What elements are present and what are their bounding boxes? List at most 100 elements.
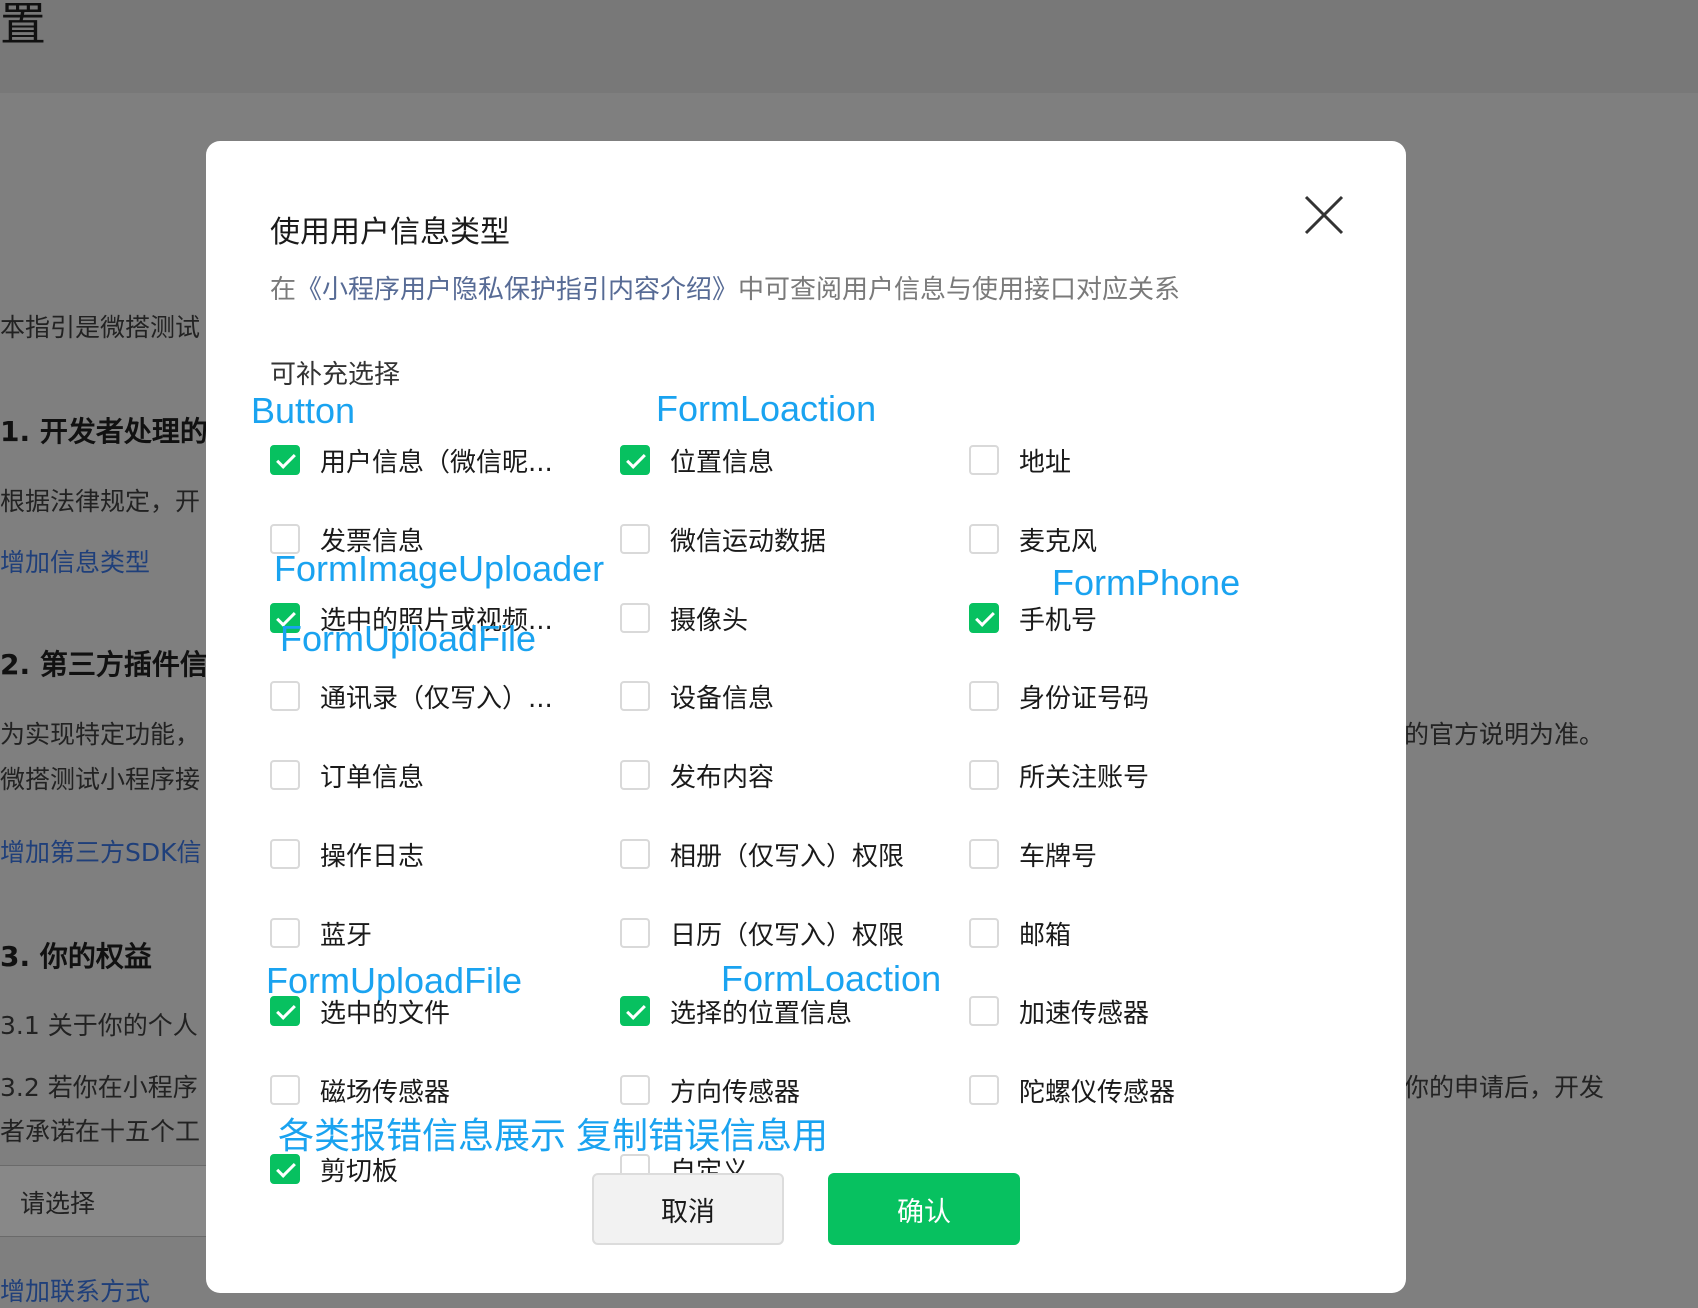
checkbox[interactable] <box>620 603 650 633</box>
checkbox[interactable] <box>620 681 650 711</box>
checkbox[interactable] <box>620 839 650 869</box>
confirm-button[interactable]: 确认 <box>828 1173 1020 1245</box>
option-label: 设备信息 <box>670 683 775 714</box>
annotation-form-image-uploader: FormImageUploader <box>274 548 605 589</box>
checkbox[interactable] <box>270 1154 300 1184</box>
contact-select[interactable]: 请选择 <box>0 1165 210 1237</box>
option-camera[interactable]: 摄像头 <box>620 601 748 636</box>
option-magnetometer[interactable]: 磁场传感器 <box>270 1073 451 1108</box>
close-button[interactable] <box>1302 193 1346 237</box>
checkbox[interactable] <box>270 445 300 475</box>
option-label: 操作日志 <box>320 841 425 872</box>
option-order-info[interactable]: 订单信息 <box>270 758 425 793</box>
checkbox[interactable] <box>969 681 999 711</box>
option-contacts[interactable]: 通讯录（仅写入）... <box>270 679 553 714</box>
option-published-content[interactable]: 发布内容 <box>620 758 774 793</box>
checkbox[interactable] <box>270 760 300 790</box>
option-label: 陀螺仪传感器 <box>1019 1077 1176 1108</box>
add-info-type-link[interactable]: 增加信息类型 <box>0 543 150 579</box>
option-orientation-sensor[interactable]: 方向传感器 <box>620 1073 800 1108</box>
option-label: 用户信息（微信昵... <box>320 447 553 478</box>
option-calendar-write[interactable]: 日历（仅写入）权限 <box>620 916 904 951</box>
checkbox[interactable] <box>270 681 300 711</box>
option-label: 订单信息 <box>320 762 425 793</box>
privacy-guide-link[interactable]: 《小程序用户隐私保护指引内容介绍》 <box>296 275 738 305</box>
checkbox[interactable] <box>620 760 650 790</box>
page-header: 置 <box>0 0 1698 93</box>
option-label: 邮箱 <box>1019 920 1072 951</box>
annotation-form-location-2: FormLoaction <box>721 958 942 999</box>
option-clipboard[interactable]: 剪切板 <box>270 1152 399 1187</box>
annotation-button: Button <box>251 390 356 431</box>
option-label: 所关注账号 <box>1019 762 1150 793</box>
checkbox[interactable] <box>969 760 999 790</box>
checkbox[interactable] <box>969 839 999 869</box>
checkbox[interactable] <box>969 1075 999 1105</box>
option-label: 加速传感器 <box>1019 998 1150 1029</box>
user-info-type-dialog: 使用用户信息类型 在《小程序用户隐私保护指引内容介绍》中可查阅用户信息与使用接口… <box>206 141 1406 1293</box>
option-bluetooth[interactable]: 蓝牙 <box>270 916 373 951</box>
annotation-form-upload-file: FormUploadFile <box>280 618 537 659</box>
close-icon <box>1304 195 1344 235</box>
checkbox[interactable] <box>270 1075 300 1105</box>
hint-prefix: 在 <box>270 275 297 305</box>
option-label: 身份证号码 <box>1019 683 1150 714</box>
option-chosen-location[interactable]: 选择的位置信息 <box>620 994 852 1029</box>
option-album-write[interactable]: 相册（仅写入）权限 <box>620 837 905 872</box>
checkbox[interactable] <box>620 918 650 948</box>
checkbox[interactable] <box>620 996 650 1026</box>
option-accelerometer[interactable]: 加速传感器 <box>969 994 1150 1029</box>
checkbox[interactable] <box>969 445 999 475</box>
checkbox[interactable] <box>969 524 999 554</box>
option-phone[interactable]: 手机号 <box>969 601 1098 636</box>
dialog-hint: 在《小程序用户隐私保护指引内容介绍》中可查阅用户信息与使用接口对应关系 <box>270 269 1180 306</box>
annotation-form-upload-file-2: FormUploadFile <box>266 960 523 1001</box>
dialog-title: 使用用户信息类型 <box>270 215 510 250</box>
section2-heading: 2. 第三方插件信 <box>0 648 208 681</box>
option-operation-log[interactable]: 操作日志 <box>270 837 425 872</box>
checkbox[interactable] <box>620 445 650 475</box>
option-user-info[interactable]: 用户信息（微信昵... <box>270 443 553 478</box>
option-id-number[interactable]: 身份证号码 <box>969 679 1150 714</box>
annotation-form-phone: FormPhone <box>1052 562 1241 603</box>
checkbox[interactable] <box>620 524 650 554</box>
option-microphone[interactable]: 麦克风 <box>969 522 1098 557</box>
cancel-button[interactable]: 取消 <box>592 1173 784 1245</box>
section-label: 可补充选择 <box>270 360 401 390</box>
option-label: 手机号 <box>1019 605 1098 636</box>
checkbox[interactable] <box>270 839 300 869</box>
option-label: 麦克风 <box>1019 526 1098 557</box>
add-sdk-link[interactable]: 增加第三方SDK信 <box>0 833 202 869</box>
checkbox[interactable] <box>620 1075 650 1105</box>
option-werun[interactable]: 微信运动数据 <box>620 522 827 557</box>
checkbox[interactable] <box>969 603 999 633</box>
option-email[interactable]: 邮箱 <box>969 916 1072 951</box>
option-gyroscope[interactable]: 陀螺仪传感器 <box>969 1073 1176 1108</box>
option-label: 磁场传感器 <box>320 1077 451 1108</box>
option-location[interactable]: 位置信息 <box>620 443 775 478</box>
checkbox[interactable] <box>969 996 999 1026</box>
item-3-1: 3.1 关于你的个人 <box>0 1011 198 1040</box>
annotation-form-location: FormLoaction <box>656 388 877 429</box>
option-label: 蓝牙 <box>320 920 373 951</box>
option-license-plate[interactable]: 车牌号 <box>969 837 1097 872</box>
item-3-2-line2: 者承诺在十五个工 <box>0 1117 201 1146</box>
page-title: 置 <box>0 0 46 51</box>
add-contact-link[interactable]: 增加联系方式 <box>0 1272 150 1308</box>
option-label: 剪切板 <box>320 1156 399 1187</box>
section2-text-a: 为实现特定功能， <box>0 720 201 749</box>
section3-heading: 3. 你的权益 <box>0 940 152 973</box>
section2-text-a-right: 的官方说明为准。 <box>1404 720 1605 749</box>
option-label: 位置信息 <box>670 447 775 478</box>
section2-text-b: 微搭测试小程序接 <box>0 765 201 794</box>
option-label: 微信运动数据 <box>670 526 827 557</box>
hint-suffix: 中可查阅用户信息与使用接口对应关系 <box>738 275 1181 305</box>
checkbox[interactable] <box>969 918 999 948</box>
checkbox[interactable] <box>270 918 300 948</box>
option-followed-accounts[interactable]: 所关注账号 <box>969 758 1150 793</box>
option-device-info[interactable]: 设备信息 <box>620 679 775 714</box>
section1-heading: 1. 开发者处理的 <box>0 415 208 448</box>
select-placeholder: 请选择 <box>20 1189 96 1218</box>
option-address[interactable]: 地址 <box>969 443 1071 478</box>
option-label: 相册（仅写入）权限 <box>670 841 905 872</box>
